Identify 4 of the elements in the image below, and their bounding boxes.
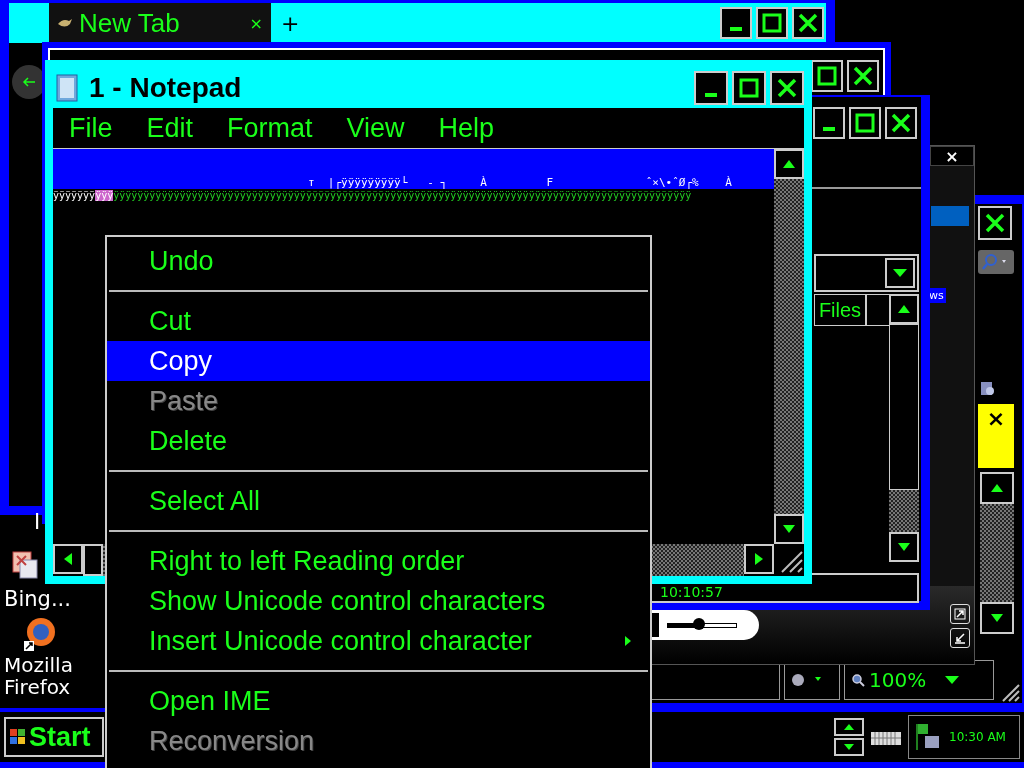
- icon-label: I: [34, 510, 41, 534]
- text-line: ÿÿÿÿÿÿÿÿÿÿÿÿÿÿÿÿÿÿÿÿÿÿÿÿÿÿÿÿÿÿÿÿÿÿÿÿÿÿÿÿÿÿÿÿÿÿÿÿÿÿÿÿÿÿÿÿÿÿÿÿÿÿÿÿÿÿÿÿÿÿÿÿÿÿÿÿÿÿÿÿÿÿÿÿÿÿÿÿÿÿÿÿÿÿÿÿÿÿÿÿÿÿÿÿÿÿ: [53, 189, 693, 203]
- window-title: 1 - Notepad: [89, 72, 242, 104]
- time-readout: 10:10:57: [660, 584, 723, 600]
